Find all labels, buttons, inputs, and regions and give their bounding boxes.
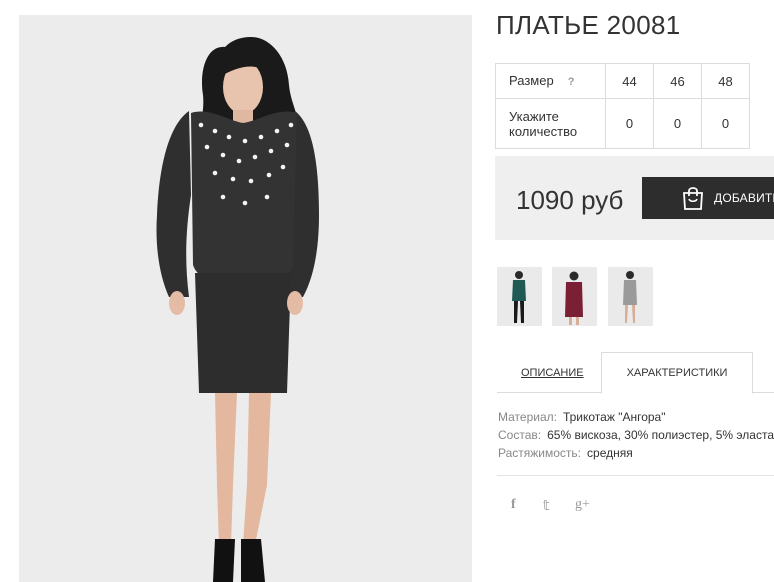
specs-list: Материал: Трикотаж "Ангора" Состав: 65% ви… xyxy=(498,408,774,462)
google-plus-icon[interactable]: g+ xyxy=(575,497,590,513)
product-main-photo[interactable] xyxy=(19,15,472,582)
size-48: 48 xyxy=(701,63,750,99)
add-to-cart-label: ДОБАВИТЬ xyxy=(714,191,774,205)
tab-characteristics[interactable]: ХАРАКТЕРИСТИКИ xyxy=(601,352,753,394)
thumbnail-burgundy[interactable] xyxy=(552,267,597,326)
spec-material: Материал: Трикотаж "Ангора" xyxy=(498,408,774,426)
thumbnail-green-image xyxy=(512,271,526,323)
quantity-input-48[interactable]: 0 xyxy=(701,98,750,149)
thumbnail-grey[interactable] xyxy=(608,267,653,326)
quantity-input-46[interactable]: 0 xyxy=(653,98,702,149)
divider xyxy=(497,475,774,476)
quantity-input-44[interactable]: 0 xyxy=(605,98,654,149)
product-price: 1090 руб xyxy=(516,185,624,215)
size-44: 44 xyxy=(605,63,654,99)
spec-value: 65% вискоза, 30% полиэстер, 5% эластан xyxy=(547,428,774,442)
twitter-icon[interactable]: 𝕥 xyxy=(543,497,550,514)
spec-key: Материал: xyxy=(498,410,557,424)
size-row: Размер? 44 46 48 xyxy=(495,63,750,99)
spec-key: Состав: xyxy=(498,428,542,442)
size-help-icon[interactable]: ? xyxy=(568,76,575,88)
facebook-icon[interactable]: f xyxy=(511,497,516,513)
spec-key: Растяжимость: xyxy=(498,446,582,460)
product-title: ПЛАТЬЕ 20081 xyxy=(496,10,681,40)
product-tabs: ОПИСАНИЕ ХАРАКТЕРИСТИКИ xyxy=(497,352,774,394)
shopping-bag-icon xyxy=(681,185,705,214)
size-label: Размер xyxy=(509,72,554,88)
spec-value: Трикотаж "Ангора" xyxy=(562,410,666,424)
model-illustration xyxy=(19,15,472,582)
spec-value: средняя xyxy=(587,446,633,460)
quantity-label: Укажите количество xyxy=(495,98,606,149)
size-46: 46 xyxy=(653,63,702,99)
thumbnail-green[interactable] xyxy=(497,267,542,326)
price-box: 1090 руб ДОБАВИТЬ xyxy=(495,156,774,240)
add-to-cart-button[interactable]: ДОБАВИТЬ xyxy=(642,177,774,219)
thumbnail-burgundy-image xyxy=(565,271,583,325)
size-quantity-table: Размер? 44 46 48 Укажите количество 0 0 … xyxy=(495,63,750,149)
size-header-cell: Размер? xyxy=(495,63,606,99)
quantity-row: Укажите количество 0 0 0 xyxy=(495,98,750,149)
spec-stretch: Растяжимость: средняя xyxy=(498,444,774,462)
thumbnail-grey-image xyxy=(623,271,637,323)
tab-description[interactable]: ОПИСАНИЕ xyxy=(521,367,584,379)
spec-composition: Состав: 65% вискоза, 30% полиэстер, 5% эл… xyxy=(498,426,774,444)
